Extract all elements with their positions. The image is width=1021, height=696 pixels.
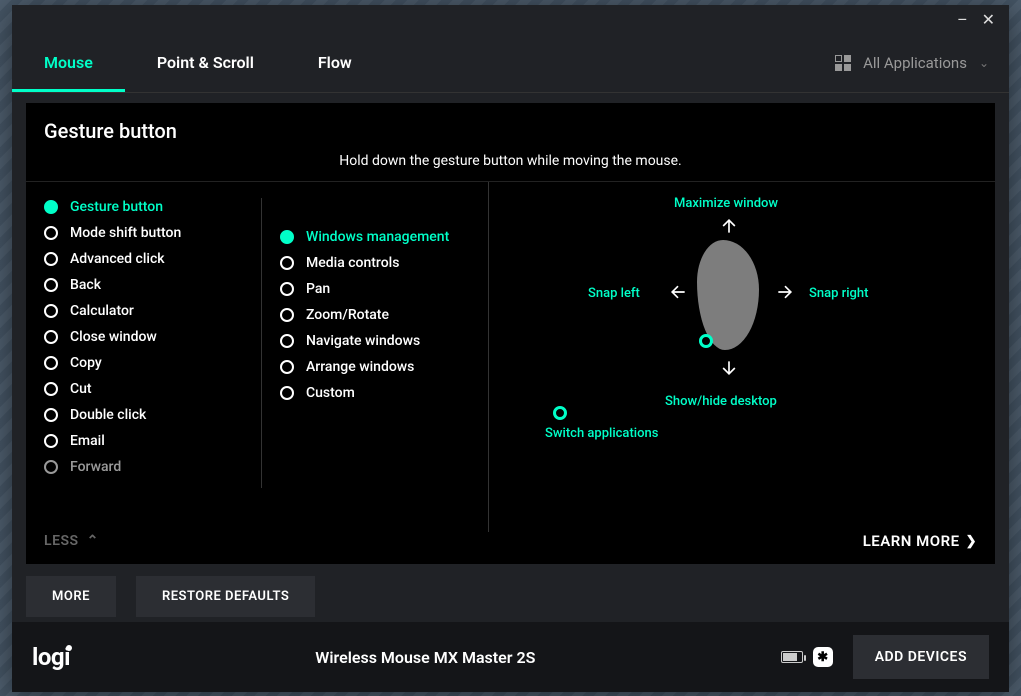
tab-flow[interactable]: Flow	[286, 33, 384, 92]
learn-more-button[interactable]: LEARN MORE ❯	[863, 532, 977, 550]
topbar: Mouse Point & Scroll Flow All Applicatio…	[12, 33, 1009, 93]
gesture-diagram: Maximize window Show/hide desktop Snap l…	[488, 182, 995, 532]
status-icons: ✱	[781, 647, 833, 667]
restore-defaults-button[interactable]: RESTORE DEFAULTS	[136, 576, 315, 617]
action-double-click[interactable]: Double click	[44, 402, 244, 428]
diagram-label-left[interactable]: Snap left	[588, 286, 640, 301]
gesture-navigate-windows[interactable]: Navigate windows	[280, 328, 470, 354]
connection-icon: ✱	[813, 647, 833, 667]
more-button[interactable]: MORE	[26, 576, 116, 617]
chevron-right-icon: ❯	[966, 534, 977, 549]
titlebar: – ✕	[12, 5, 1009, 33]
footer-bar: logi Wireless Mouse MX Master 2S ✱ ADD D…	[12, 622, 1009, 692]
add-devices-button[interactable]: ADD DEVICES	[853, 635, 989, 679]
action-email[interactable]: Email	[44, 428, 244, 454]
arrow-up-icon	[719, 216, 739, 236]
gesture-button-marker	[699, 334, 713, 348]
gesture-pan[interactable]: Pan	[280, 276, 470, 302]
minimize-icon[interactable]: –	[957, 10, 968, 29]
arrow-down-icon	[719, 358, 739, 378]
footer-links: LESS ⌃ LEARN MORE ❯	[26, 532, 995, 564]
action-cut[interactable]: Cut	[44, 376, 244, 402]
app-selector-label: All Applications	[863, 54, 967, 72]
tab-bar: Mouse Point & Scroll Flow	[12, 33, 384, 92]
diagram-label-up[interactable]: Maximize window	[674, 196, 778, 211]
gesture-custom[interactable]: Custom	[280, 380, 470, 406]
app-selector[interactable]: All Applications ⌄	[835, 54, 989, 72]
gesture-zoom-rotate[interactable]: Zoom/Rotate	[280, 302, 470, 328]
tab-point-scroll[interactable]: Point & Scroll	[125, 33, 286, 92]
action-close-window[interactable]: Close window	[44, 324, 244, 350]
arrow-left-icon	[668, 282, 688, 302]
device-name: Wireless Mouse MX Master 2S	[90, 648, 761, 667]
chevron-up-icon: ⌃	[87, 533, 99, 549]
gesture-list: Windows management Media controls Pan Zo…	[262, 182, 488, 532]
diagram-label-down[interactable]: Show/hide desktop	[665, 394, 777, 409]
section-header: Gesture button	[26, 103, 995, 153]
gesture-arrange-windows[interactable]: Arrange windows	[280, 354, 470, 380]
action-advanced-click[interactable]: Advanced click	[44, 246, 244, 272]
app-window: – ✕ Mouse Point & Scroll Flow All Applic…	[12, 5, 1009, 692]
diagram-label-right[interactable]: Snap right	[809, 286, 868, 301]
action-gesture-button[interactable]: Gesture button	[44, 194, 244, 220]
close-icon[interactable]: ✕	[982, 10, 995, 29]
logo: logi	[32, 643, 70, 671]
section-title: Gesture button	[44, 119, 977, 143]
action-calculator[interactable]: Calculator	[44, 298, 244, 324]
action-mode-shift[interactable]: Mode shift button	[44, 220, 244, 246]
content-panel: Gesture button Hold down the gesture but…	[26, 103, 995, 564]
apps-grid-icon	[835, 55, 851, 71]
action-buttons: MORE RESTORE DEFAULTS	[12, 564, 1009, 617]
arrow-right-icon	[775, 282, 795, 302]
tab-mouse[interactable]: Mouse	[12, 33, 125, 92]
action-copy[interactable]: Copy	[44, 350, 244, 376]
gesture-windows-management[interactable]: Windows management	[280, 224, 470, 250]
less-button[interactable]: LESS ⌃	[44, 533, 99, 549]
gesture-media-controls[interactable]: Media controls	[280, 250, 470, 276]
switch-marker	[553, 406, 567, 420]
battery-icon	[781, 651, 803, 663]
action-list: Gesture button Mode shift button Advance…	[26, 182, 262, 532]
section-hint: Hold down the gesture button while movin…	[26, 153, 995, 182]
action-forward[interactable]: Forward	[44, 454, 244, 480]
action-back[interactable]: Back	[44, 272, 244, 298]
chevron-down-icon: ⌄	[979, 56, 989, 70]
diagram-label-switch[interactable]: Switch applications	[545, 426, 658, 441]
